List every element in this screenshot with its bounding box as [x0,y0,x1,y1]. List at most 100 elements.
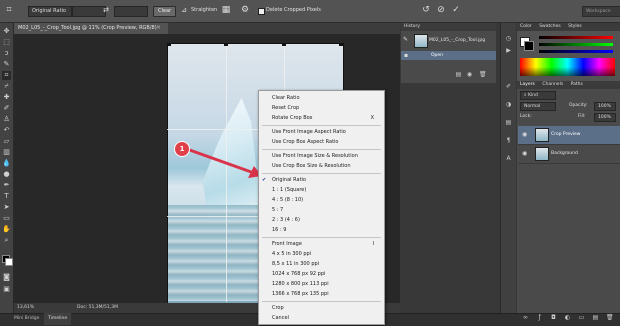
layer-filter-kind[interactable]: ⌕ Kind [520,91,556,100]
mask-icon[interactable]: ◘ [550,314,557,321]
menu-item-4-5[interactable]: 4 : 5 (8 : 10) [259,196,384,204]
adjustment-layer-icon[interactable]: ◐ [564,314,571,321]
fx-icon[interactable]: ƒ [536,314,543,321]
eyedropper-icon[interactable]: ⌿ [2,82,11,91]
straighten-label[interactable]: Straighten [191,6,217,15]
cancel-crop-icon[interactable]: ⊘ [436,5,446,15]
history-step[interactable]: Open [431,53,443,58]
tab-styles[interactable]: Styles [568,24,582,29]
menu-item-crop-box-size[interactable]: Use Crop Box Size & Resolution [259,162,384,170]
snapshot-name[interactable]: M02_L05_-_Crop_Tool.jpg [429,38,485,43]
clear-button[interactable]: Clear [153,6,177,17]
blue-slider[interactable] [539,50,613,53]
link-layers-icon[interactable]: ∞ [522,314,529,321]
overlay-grid-icon[interactable]: ▦ [221,5,231,15]
menu-item-crop-box-aspect[interactable]: Use Crop Box Aspect Ratio [259,138,384,146]
character-icon[interactable]: A [505,155,512,162]
new-layer-icon[interactable]: ▤ [592,314,599,321]
layer-name[interactable]: Crop Preview [551,132,580,137]
menu-item-reset-crop[interactable]: Reset Crop [259,104,384,112]
healing-brush-icon[interactable]: ✚ [2,93,11,102]
opacity-field[interactable]: 100% [594,102,616,111]
brush-panel-icon[interactable]: ✐ [505,83,512,90]
clone-stamp-icon[interactable]: ♙ [2,115,11,124]
folder-icon[interactable]: ▭ [578,314,585,321]
layer-row[interactable]: ◉ Background [518,145,620,164]
brush-source-icon[interactable]: ✎ [403,36,411,44]
quick-select-icon[interactable]: ✎ [2,60,11,69]
visibility-eye-icon[interactable]: ◉ [522,150,527,157]
menu-item-1366x768[interactable]: 1366 x 768 px 135 ppi [259,290,384,298]
camera-icon[interactable]: ◉ [466,71,473,78]
straighten-icon[interactable]: ⊿ [179,5,189,15]
fg-color-chip[interactable] [524,41,534,51]
adjustments-icon[interactable]: ◑ [505,101,512,108]
tab-layers[interactable]: Layers [520,82,535,87]
menu-item-rotate-crop-box[interactable]: Rotate Crop Box X [259,114,384,122]
swap-icon[interactable]: ⇄ [101,5,111,15]
red-slider[interactable] [539,36,613,39]
menu-item-crop[interactable]: Crop [259,304,384,312]
menu-item-front-image[interactable]: Front Image I [259,240,384,248]
zoom-tool-icon[interactable]: ⌕ [2,236,11,245]
layer-row[interactable]: ◉ Crop Preview [518,126,620,145]
menu-item-front-image-aspect[interactable]: Use Front Image Aspect Ratio [259,128,384,136]
fill-field[interactable]: 100% [594,113,616,122]
history-panel-icon[interactable]: ◷ [505,35,512,42]
tab-timeline[interactable]: Timeline [44,313,72,325]
delete-cropped-checkbox[interactable] [258,8,265,15]
quick-mask-icon[interactable]: ◙ [2,273,11,282]
menu-item-1024x768[interactable]: 1024 x 768 px 92 ppi [259,270,384,278]
history-step-row[interactable] [401,51,496,60]
eraser-icon[interactable]: ▱ [2,137,11,146]
shape-tool-icon[interactable]: ▭ [2,214,11,223]
zoom-level[interactable]: 13,61% [17,303,34,313]
document-tab[interactable]: M02_L05_-_Crop_Tool.jpg @ 11% (Crop Prev… [14,23,168,34]
crop-tool-icon-active[interactable]: ⌗ [2,71,11,80]
hand-tool-icon[interactable]: ✋ [2,225,11,234]
reset-icon[interactable]: ↺ [421,5,431,15]
tab-paths[interactable]: Paths [571,82,583,87]
menu-item-cancel[interactable]: Cancel [259,314,384,322]
tab-channels[interactable]: Channels [542,82,563,87]
green-slider[interactable] [539,43,613,46]
snapshot-thumbnail[interactable] [414,34,428,48]
menu-item-original-ratio[interactable]: ✔ Original Ratio [259,176,384,184]
properties-icon[interactable]: ▤ [505,119,512,126]
background-color-swatch[interactable] [5,258,13,266]
crop-handle[interactable] [224,43,228,46]
type-tool-icon[interactable]: T [2,192,11,201]
blend-mode-select[interactable]: Normal [520,102,556,111]
menu-item-5-7[interactable]: 5 : 7 [259,206,384,214]
visibility-eye-icon[interactable]: ◉ [522,131,527,138]
menu-item-2-3[interactable]: 2 : 3 (4 : 6) [259,216,384,224]
crop-tool-icon[interactable]: ⌗ [3,5,15,15]
blur-icon[interactable]: 💧 [2,159,11,168]
menu-item-front-image-size[interactable]: Use Front Image Size & Resolution [259,152,384,160]
screen-mode-icon[interactable]: ▣ [2,285,11,294]
crop-handle[interactable] [167,43,171,46]
actions-panel-icon[interactable]: ▶ [505,47,512,54]
lasso-tool-icon[interactable]: ↄ [2,49,11,58]
menu-item-4x5[interactable]: 4 x 5 in 300 ppi [259,250,384,258]
tab-mini-bridge[interactable]: Mini Bridge [10,313,43,325]
history-tab[interactable]: History [401,23,496,31]
height-field[interactable] [114,6,148,17]
pen-tool-icon[interactable]: ✒ [2,181,11,190]
trash-icon[interactable]: 🗑 [606,314,614,321]
gear-icon[interactable]: ⚙ [240,5,250,15]
crop-handle[interactable] [339,43,343,46]
new-document-icon[interactable]: ▤ [455,71,462,78]
menu-item-1280x800[interactable]: 1280 x 800 px 113 ppi [259,280,384,288]
move-tool-icon[interactable]: ✥ [2,27,11,36]
gradient-icon[interactable]: ▥ [2,148,11,157]
path-select-icon[interactable]: ➤ [2,203,11,212]
marquee-tool-icon[interactable]: ⬚ [2,38,11,47]
paragraph-icon[interactable]: ¶ [505,137,512,144]
crop-handle[interactable] [282,43,286,46]
brush-tool-icon[interactable]: ✐ [2,104,11,113]
layer-name[interactable]: Background [551,151,578,156]
menu-item-clear-ratio[interactable]: Clear Ratio [259,94,384,102]
dodge-icon[interactable]: ● [2,170,11,179]
ratio-select[interactable]: Original Ratio [28,6,72,17]
